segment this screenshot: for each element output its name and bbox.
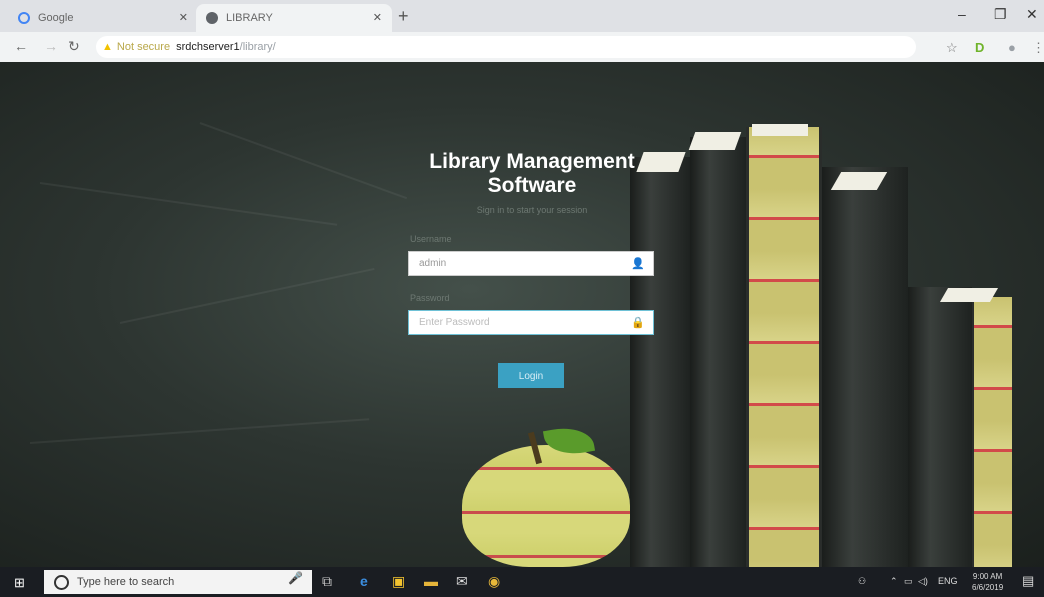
book-dark	[908, 287, 972, 567]
username-label: Username	[410, 234, 452, 244]
back-arrow-icon[interactable]: ←	[14, 38, 28, 54]
taskbar-clock[interactable]: 9:00 AM 6/6/2019	[972, 571, 1003, 593]
forward-arrow-icon[interactable]: →	[44, 38, 58, 54]
tab-google[interactable]: Google ✕	[8, 4, 198, 32]
language-indicator[interactable]: ENG	[938, 576, 958, 586]
user-icon: 👤	[631, 258, 645, 270]
book-pages	[939, 288, 999, 302]
apple-image	[462, 445, 630, 567]
tab-title: Google	[38, 12, 74, 24]
book-dark	[690, 137, 746, 567]
windows-taskbar: ⊞ Type here to search 🎤 ⧉ e ▣ ▬ ✉ ◉ ⚇ ⌃ …	[0, 567, 1044, 597]
task-view-icon[interactable]: ⧉	[322, 573, 332, 590]
password-placeholder: Enter Password	[419, 317, 490, 328]
people-icon[interactable]: ⚇	[858, 576, 866, 587]
username-value: admin	[419, 258, 447, 269]
url-path: /library/	[239, 41, 276, 53]
tray-chevron-icon[interactable]: ⌃	[890, 576, 898, 587]
page-title: Library Management Software	[429, 150, 635, 197]
chalk-scratch	[199, 122, 408, 200]
reload-icon[interactable]: ↻	[68, 38, 80, 55]
google-favicon-icon	[18, 12, 30, 24]
windows-start-icon[interactable]: ⊞	[14, 575, 25, 591]
chalk-scratch	[29, 418, 370, 444]
book-pages	[688, 132, 742, 150]
volume-icon[interactable]: ◁)	[918, 576, 928, 587]
username-input[interactable]: admin 👤	[408, 251, 654, 276]
url-host: srdchserver1	[176, 41, 240, 53]
password-input[interactable]: Enter Password 🔒	[408, 310, 654, 335]
globe-favicon-icon	[206, 12, 218, 24]
close-tab-icon[interactable]: ✕	[373, 11, 382, 24]
store-icon[interactable]: ▣	[392, 573, 405, 590]
network-icon[interactable]: ▭	[904, 576, 913, 587]
book-dark	[822, 167, 908, 567]
book-dark	[630, 157, 690, 567]
file-explorer-icon[interactable]: ▬	[424, 573, 438, 589]
browser-tab-bar: Google ✕ LIBRARY ✕ + – ❐ ✕	[0, 0, 1044, 32]
extension-d-icon[interactable]: D	[975, 40, 984, 55]
not-secure-label: Not secure	[116, 41, 171, 53]
notification-icon[interactable]: ▤	[1022, 573, 1034, 589]
menu-kebab-icon[interactable]: ⋮	[1032, 40, 1044, 56]
book-yellow	[746, 127, 822, 567]
bookmark-star-icon[interactable]: ☆	[946, 40, 958, 56]
tab-library[interactable]: LIBRARY ✕	[196, 4, 392, 32]
chrome-icon[interactable]: ◉	[488, 573, 500, 590]
chalk-scratch	[119, 267, 375, 324]
profile-icon[interactable]: ●	[1008, 40, 1016, 55]
lock-icon: 🔒	[631, 317, 645, 329]
cortana-icon	[54, 574, 69, 590]
login-subtitle: Sign in to start your session	[476, 205, 588, 215]
url-input[interactable]: ▲ Not secure srdchserver1/library/	[96, 36, 916, 58]
taskbar-search-input[interactable]: Type here to search	[44, 570, 312, 594]
search-placeholder: Type here to search	[77, 576, 175, 588]
maximize-button[interactable]: ❐	[994, 6, 1007, 23]
new-tab-button[interactable]: +	[398, 6, 409, 27]
warning-icon: ▲	[102, 41, 113, 53]
close-tab-icon[interactable]: ✕	[179, 11, 188, 24]
book-yellow	[972, 297, 1012, 567]
close-window-button[interactable]: ✕	[1026, 6, 1038, 23]
chalk-scratch	[39, 182, 338, 226]
edge-browser-icon[interactable]: e	[360, 573, 368, 589]
password-label: Password	[410, 293, 450, 303]
tab-title: LIBRARY	[226, 12, 273, 24]
book-pages	[752, 124, 808, 136]
mail-icon[interactable]: ✉	[456, 573, 468, 590]
minimize-button[interactable]: –	[958, 6, 966, 22]
address-bar-row: ← → ↻ ▲ Not secure srdchserver1/library/…	[0, 32, 1044, 63]
login-button[interactable]: Login	[498, 363, 564, 388]
microphone-icon[interactable]: 🎤	[288, 571, 303, 585]
login-page: Library Management Software Sign in to s…	[0, 62, 1044, 567]
